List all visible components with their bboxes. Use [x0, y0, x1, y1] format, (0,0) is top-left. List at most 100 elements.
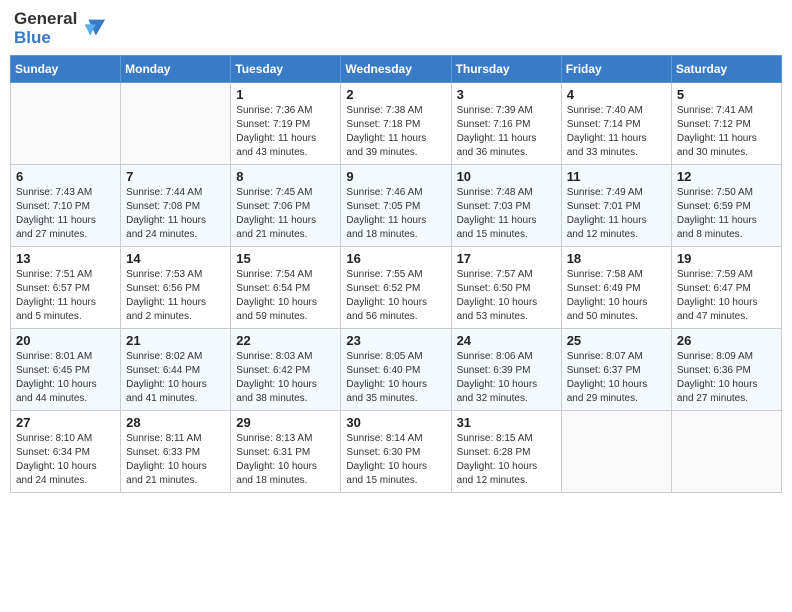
day-number: 28	[126, 415, 225, 430]
logo-icon	[79, 15, 107, 43]
page-header: General Blue	[10, 10, 782, 47]
day-info: Sunrise: 7:59 AMSunset: 6:47 PMDaylight:…	[677, 268, 776, 324]
day-cell	[561, 411, 671, 493]
day-info: Sunrise: 7:51 AMSunset: 6:57 PMDaylight:…	[16, 268, 115, 324]
day-cell: 23 Sunrise: 8:05 AMSunset: 6:40 PMDayligh…	[341, 329, 451, 411]
day-cell: 13 Sunrise: 7:51 AMSunset: 6:57 PMDayligh…	[11, 247, 121, 329]
day-number: 15	[236, 251, 335, 266]
day-cell: 1Sunrise: 7:36 AMSunset: 7:19 PMDaylight…	[231, 83, 341, 165]
day-info: Sunrise: 7:39 AMSunset: 7:16 PMDaylight:…	[457, 104, 556, 160]
day-number: 31	[457, 415, 556, 430]
day-cell: 30 Sunrise: 8:14 AMSunset: 6:30 PMDayligh…	[341, 411, 451, 493]
day-number: 13	[16, 251, 115, 266]
day-cell: 11 Sunrise: 7:49 AMSunset: 7:01 PMDayligh…	[561, 165, 671, 247]
day-cell: 10 Sunrise: 7:48 AMSunset: 7:03 PMDayligh…	[451, 165, 561, 247]
day-info: Sunrise: 7:44 AMSunset: 7:08 PMDaylight:…	[126, 186, 225, 242]
day-number: 25	[567, 333, 666, 348]
day-cell: 2 Sunrise: 7:38 AMSunset: 7:18 PMDaylight…	[341, 83, 451, 165]
day-info: Sunrise: 7:41 AMSunset: 7:12 PMDaylight:…	[677, 104, 776, 160]
day-info: Sunrise: 8:11 AMSunset: 6:33 PMDaylight:…	[126, 432, 225, 488]
day-cell: 16 Sunrise: 7:55 AMSunset: 6:52 PMDayligh…	[341, 247, 451, 329]
day-info: Sunrise: 8:06 AMSunset: 6:39 PMDaylight:…	[457, 350, 556, 406]
week-row-1: 1Sunrise: 7:36 AMSunset: 7:19 PMDaylight…	[11, 83, 782, 165]
col-header-wednesday: Wednesday	[341, 56, 451, 83]
day-number: 3	[457, 87, 556, 102]
day-info: Sunrise: 7:45 AMSunset: 7:06 PMDaylight:…	[236, 186, 335, 242]
day-info: Sunrise: 7:38 AMSunset: 7:18 PMDaylight:…	[346, 104, 445, 160]
day-info: Sunrise: 8:09 AMSunset: 6:36 PMDaylight:…	[677, 350, 776, 406]
day-number: 10	[457, 169, 556, 184]
day-number: 17	[457, 251, 556, 266]
day-cell: 29 Sunrise: 8:13 AMSunset: 6:31 PMDayligh…	[231, 411, 341, 493]
day-cell: 27Sunrise: 8:10 AMSunset: 6:34 PMDayligh…	[11, 411, 121, 493]
day-cell: 17 Sunrise: 7:57 AMSunset: 6:50 PMDayligh…	[451, 247, 561, 329]
day-cell: 18Sunrise: 7:58 AMSunset: 6:49 PMDayligh…	[561, 247, 671, 329]
day-info: Sunrise: 7:55 AMSunset: 6:52 PMDaylight:…	[346, 268, 445, 324]
col-header-friday: Friday	[561, 56, 671, 83]
day-info: Sunrise: 7:49 AMSunset: 7:01 PMDaylight:…	[567, 186, 666, 242]
header-row: SundayMondayTuesdayWednesdayThursdayFrid…	[11, 56, 782, 83]
day-cell: 21 Sunrise: 8:02 AMSunset: 6:44 PMDayligh…	[121, 329, 231, 411]
day-info: Sunrise: 7:53 AMSunset: 6:56 PMDaylight:…	[126, 268, 225, 324]
week-row-4: 20 Sunrise: 8:01 AMSunset: 6:45 PMDayligh…	[11, 329, 782, 411]
day-cell: 3 Sunrise: 7:39 AMSunset: 7:16 PMDaylight…	[451, 83, 561, 165]
calendar-table: SundayMondayTuesdayWednesdayThursdayFrid…	[10, 55, 782, 493]
col-header-monday: Monday	[121, 56, 231, 83]
day-cell: 5 Sunrise: 7:41 AMSunset: 7:12 PMDaylight…	[671, 83, 781, 165]
day-info: Sunrise: 7:54 AMSunset: 6:54 PMDaylight:…	[236, 268, 335, 324]
day-number: 4	[567, 87, 666, 102]
day-cell: 4 Sunrise: 7:40 AMSunset: 7:14 PMDaylight…	[561, 83, 671, 165]
col-header-thursday: Thursday	[451, 56, 561, 83]
day-info: Sunrise: 8:01 AMSunset: 6:45 PMDaylight:…	[16, 350, 115, 406]
day-number: 29	[236, 415, 335, 430]
day-cell: 12Sunrise: 7:50 AMSunset: 6:59 PMDayligh…	[671, 165, 781, 247]
day-number: 20	[16, 333, 115, 348]
col-header-tuesday: Tuesday	[231, 56, 341, 83]
day-number: 30	[346, 415, 445, 430]
day-cell: 25 Sunrise: 8:07 AMSunset: 6:37 PMDayligh…	[561, 329, 671, 411]
day-cell: 26 Sunrise: 8:09 AMSunset: 6:36 PMDayligh…	[671, 329, 781, 411]
day-cell	[11, 83, 121, 165]
day-info: Sunrise: 8:10 AMSunset: 6:34 PMDaylight:…	[16, 432, 115, 488]
day-info: Sunrise: 8:02 AMSunset: 6:44 PMDaylight:…	[126, 350, 225, 406]
day-info: Sunrise: 7:46 AMSunset: 7:05 PMDaylight:…	[346, 186, 445, 242]
day-number: 14	[126, 251, 225, 266]
day-info: Sunrise: 7:48 AMSunset: 7:03 PMDaylight:…	[457, 186, 556, 242]
day-cell	[671, 411, 781, 493]
day-number: 26	[677, 333, 776, 348]
day-number: 11	[567, 169, 666, 184]
day-number: 6	[16, 169, 115, 184]
day-number: 16	[346, 251, 445, 266]
day-cell	[121, 83, 231, 165]
day-info: Sunrise: 8:03 AMSunset: 6:42 PMDaylight:…	[236, 350, 335, 406]
day-number: 2	[346, 87, 445, 102]
day-cell: 22 Sunrise: 8:03 AMSunset: 6:42 PMDayligh…	[231, 329, 341, 411]
day-cell: 6 Sunrise: 7:43 AMSunset: 7:10 PMDaylight…	[11, 165, 121, 247]
day-cell: 24Sunrise: 8:06 AMSunset: 6:39 PMDayligh…	[451, 329, 561, 411]
day-info: Sunrise: 7:57 AMSunset: 6:50 PMDaylight:…	[457, 268, 556, 324]
logo: General Blue	[14, 10, 107, 47]
day-number: 7	[126, 169, 225, 184]
day-info: Sunrise: 7:43 AMSunset: 7:10 PMDaylight:…	[16, 186, 115, 242]
day-cell: 14 Sunrise: 7:53 AMSunset: 6:56 PMDayligh…	[121, 247, 231, 329]
day-info: Sunrise: 8:13 AMSunset: 6:31 PMDaylight:…	[236, 432, 335, 488]
day-number: 18	[567, 251, 666, 266]
day-cell: 8 Sunrise: 7:45 AMSunset: 7:06 PMDaylight…	[231, 165, 341, 247]
day-cell: 31 Sunrise: 8:15 AMSunset: 6:28 PMDayligh…	[451, 411, 561, 493]
day-number: 22	[236, 333, 335, 348]
week-row-3: 13 Sunrise: 7:51 AMSunset: 6:57 PMDayligh…	[11, 247, 782, 329]
col-header-saturday: Saturday	[671, 56, 781, 83]
day-info: Sunrise: 8:14 AMSunset: 6:30 PMDaylight:…	[346, 432, 445, 488]
day-cell: 7 Sunrise: 7:44 AMSunset: 7:08 PMDaylight…	[121, 165, 231, 247]
day-number: 21	[126, 333, 225, 348]
day-info: Sunrise: 7:40 AMSunset: 7:14 PMDaylight:…	[567, 104, 666, 160]
day-number: 5	[677, 87, 776, 102]
day-number: 23	[346, 333, 445, 348]
day-cell: 28 Sunrise: 8:11 AMSunset: 6:33 PMDayligh…	[121, 411, 231, 493]
day-cell: 19Sunrise: 7:59 AMSunset: 6:47 PMDayligh…	[671, 247, 781, 329]
day-number: 8	[236, 169, 335, 184]
day-info: Sunrise: 8:07 AMSunset: 6:37 PMDaylight:…	[567, 350, 666, 406]
day-info: Sunrise: 8:05 AMSunset: 6:40 PMDaylight:…	[346, 350, 445, 406]
day-info: Sunrise: 8:15 AMSunset: 6:28 PMDaylight:…	[457, 432, 556, 488]
week-row-2: 6 Sunrise: 7:43 AMSunset: 7:10 PMDaylight…	[11, 165, 782, 247]
